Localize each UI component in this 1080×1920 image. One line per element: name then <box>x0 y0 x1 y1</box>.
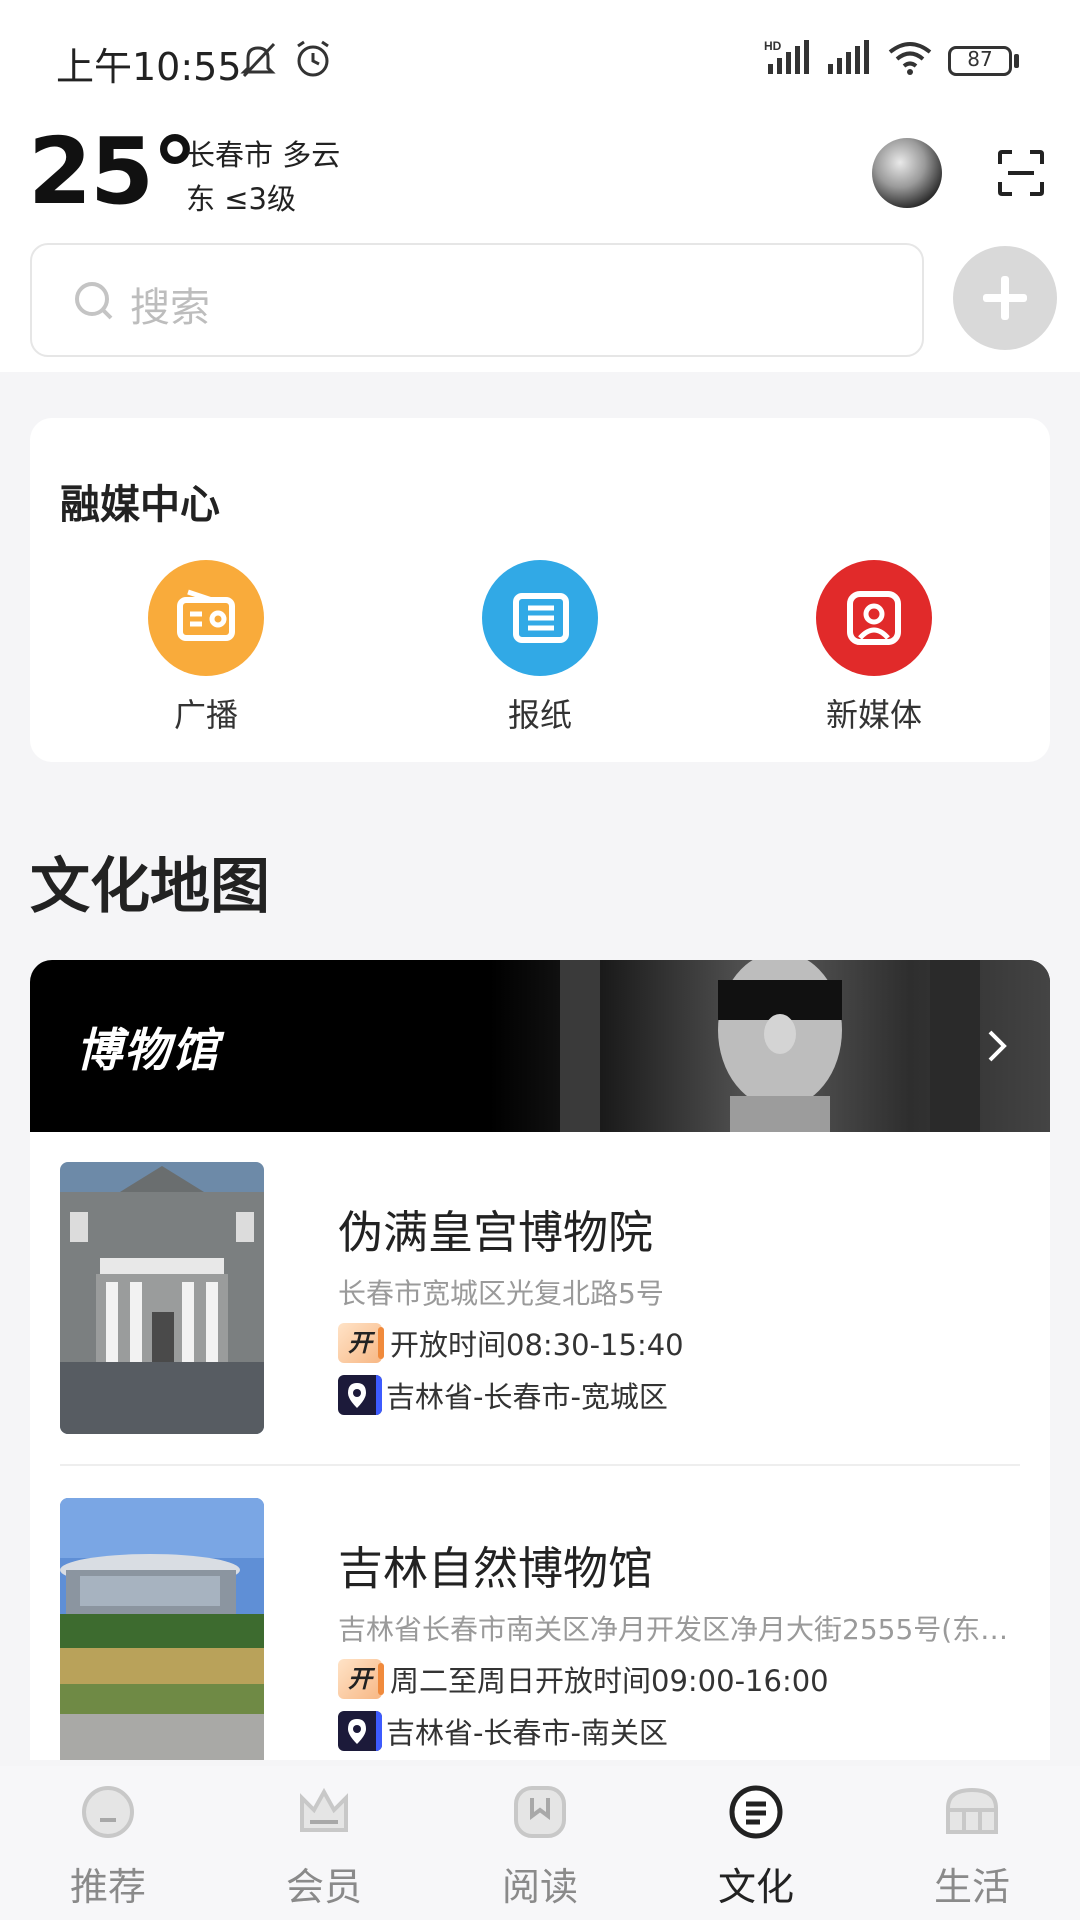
avatar[interactable] <box>872 138 942 208</box>
search-icon <box>75 282 113 320</box>
banner-title: 博物馆 <box>76 1023 220 1077</box>
place-address: 吉林省长春市南关区净月开发区净月大街2555号(东… <box>338 1613 1009 1646</box>
media-item-new-media[interactable]: 新媒体 <box>774 560 974 740</box>
search-input[interactable]: 搜索 <box>30 243 924 357</box>
banner-statue-image <box>490 960 1050 1132</box>
weather-temperature[interactable]: 25° <box>28 122 198 222</box>
divider <box>60 1464 1020 1466</box>
location-pin-icon <box>338 1375 382 1415</box>
media-center-card: 融媒中心 广播 报纸 新媒体 <box>30 418 1050 762</box>
tab-culture[interactable]: 文化 <box>676 1782 836 1911</box>
place-region-text: 吉林省-长春市-宽城区 <box>386 1380 668 1414</box>
tab-label: 会员 <box>285 1865 362 1909</box>
battery-tip <box>1014 54 1019 68</box>
place-region: 吉林省-长春市-宽城区 <box>338 1374 668 1416</box>
battery-icon: 87 <box>948 46 1012 76</box>
open-tag-icon: 开 <box>338 1659 384 1699</box>
status-bar: 上午10:55 HD 87 <box>0 0 1080 120</box>
place-region-text: 吉林省-长春市-南关区 <box>386 1716 668 1750</box>
media-item-newspaper[interactable]: 报纸 <box>440 560 640 740</box>
museum-banner[interactable]: 博物馆 <box>30 960 1050 1132</box>
weather-wind: 东 ≤3级 <box>186 182 296 216</box>
media-label-new-media: 新媒体 <box>825 696 922 734</box>
place-hours-text: 开放时间08:30-15:40 <box>390 1328 684 1362</box>
place-hours: 开 开放时间08:30-15:40 <box>338 1322 684 1364</box>
scan-icon[interactable] <box>996 148 1046 198</box>
open-tag-icon: 开 <box>338 1323 384 1363</box>
signal-hd-icon: HD <box>764 39 809 74</box>
place-thumbnail <box>60 1162 264 1434</box>
place-address: 长春市宽城区光复北路5号 <box>338 1277 664 1310</box>
search-placeholder: 搜索 <box>130 285 210 331</box>
media-label-newspaper: 报纸 <box>507 696 572 734</box>
tab-read[interactable]: 阅读 <box>460 1782 620 1911</box>
battery-level: 87 <box>967 47 993 71</box>
status-time: 上午10:55 <box>56 45 242 89</box>
mute-bell-icon <box>240 42 276 78</box>
tab-recommend[interactable]: 推荐 <box>28 1782 188 1911</box>
chevron-right-icon[interactable] <box>980 1026 1016 1066</box>
tab-label: 推荐 <box>69 1865 146 1909</box>
tab-label: 文化 <box>717 1865 794 1909</box>
life-icon <box>946 1787 998 1834</box>
bottom-tab-bar: 推荐 会员 阅读 文化 生活 <box>0 1766 1080 1920</box>
place-thumbnail <box>60 1498 264 1760</box>
radio-icon <box>148 560 264 676</box>
list-item[interactable]: 吉林自然博物馆 吉林省长春市南关区净月开发区净月大街2555号(东… 开 周二至… <box>60 1498 1020 1760</box>
culture-icon <box>729 1785 783 1839</box>
place-hours-text: 周二至周日开放时间09:00-16:00 <box>390 1664 829 1698</box>
add-button[interactable] <box>953 246 1057 350</box>
culture-map-title: 文化地图 <box>30 852 270 922</box>
media-center-title: 融媒中心 <box>60 482 220 528</box>
tab-life[interactable]: 生活 <box>892 1782 1052 1911</box>
tab-label: 阅读 <box>501 1865 578 1909</box>
media-label-radio: 广播 <box>173 696 238 734</box>
place-name: 伪满皇宫博物院 <box>338 1206 654 1259</box>
tab-label: 生活 <box>933 1865 1010 1909</box>
signal-icon <box>828 40 869 74</box>
new-media-icon <box>816 560 932 676</box>
svg-text:HD: HD <box>764 39 782 53</box>
location-pin-icon <box>338 1711 382 1751</box>
newspaper-icon <box>482 560 598 676</box>
crown-icon <box>300 1787 348 1832</box>
place-region: 吉林省-长春市-南关区 <box>338 1710 668 1752</box>
tab-member[interactable]: 会员 <box>244 1782 404 1911</box>
alarm-icon <box>297 40 329 77</box>
list-item[interactable]: 伪满皇宫博物院 长春市宽城区光复北路5号 开 开放时间08:30-15:40 吉… <box>60 1162 1020 1454</box>
weather-city-condition: 长春市 多云 <box>186 138 341 172</box>
place-name: 吉林自然博物馆 <box>338 1542 654 1595</box>
media-item-radio[interactable]: 广播 <box>106 560 306 740</box>
museum-card: 博物馆 伪满皇宫博物院 长春市宽城区光复北路5号 开 开放时间08:30-15:… <box>30 960 1050 1760</box>
wifi-icon <box>888 42 932 75</box>
read-icon <box>514 1786 566 1838</box>
place-hours: 开 周二至周日开放时间09:00-16:00 <box>338 1658 829 1700</box>
recommend-icon <box>82 1786 134 1838</box>
